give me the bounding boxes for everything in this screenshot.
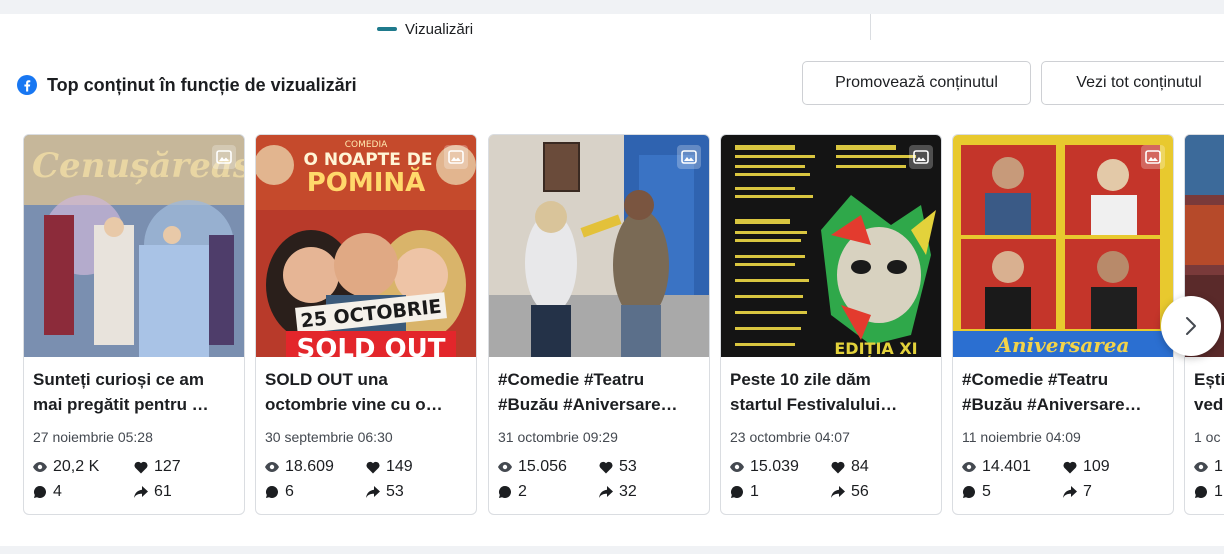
share-icon xyxy=(134,486,148,498)
post-card[interactable]: Aniversarea #Comedie #Teatru #Buzău #Ani… xyxy=(952,134,1174,515)
comments-stat: 6 xyxy=(265,483,294,501)
post-title[interactable]: #Comedie #Teatru #Buzău #Aniversare… xyxy=(498,367,704,417)
post-title[interactable]: SOLD OUT una octombrie vine cu o… xyxy=(265,367,471,417)
post-date: 23 octombrie 04:07 xyxy=(730,429,850,445)
heart-icon xyxy=(599,461,613,473)
post-card[interactable]: Cenușăreasa Sunteți curioși ce am mai pr… xyxy=(23,134,245,515)
eye-icon xyxy=(265,462,279,472)
shares-stat: 61 xyxy=(134,483,172,501)
legend-swatch xyxy=(377,27,397,31)
post-title[interactable]: Ești ved xyxy=(1194,367,1224,417)
comments-stat: 2 xyxy=(498,483,527,501)
post-title[interactable]: #Comedie #Teatru #Buzău #Aniversare… xyxy=(962,367,1168,417)
post-card[interactable]: EDIȚIA XI Peste 10 zile dăm startul Fest… xyxy=(720,134,942,515)
heart-icon xyxy=(134,461,148,473)
photo-icon xyxy=(212,145,236,169)
views-stat: 1 xyxy=(1194,458,1223,476)
eye-icon xyxy=(730,462,744,472)
post-date: 30 septembrie 06:30 xyxy=(265,429,393,445)
chevron-right-icon xyxy=(1186,317,1196,335)
heart-icon xyxy=(366,461,380,473)
photo-icon xyxy=(444,145,468,169)
carousel-next-button[interactable] xyxy=(1161,296,1221,356)
comments-stat: 1 xyxy=(730,483,759,501)
photo-icon xyxy=(909,145,933,169)
top-separator-band xyxy=(0,0,1224,14)
comment-icon xyxy=(730,486,743,498)
post-date: 27 noiembrie 05:28 xyxy=(33,429,153,445)
post-title[interactable]: Sunteți curioși ce am mai pregătit pentr… xyxy=(33,367,239,417)
shares-stat: 7 xyxy=(1063,483,1092,501)
svg-text:EDIȚIA XI: EDIȚIA XI xyxy=(834,339,917,357)
eye-icon xyxy=(33,462,47,472)
comment-icon xyxy=(1194,486,1207,498)
post-thumbnail[interactable]: Cenușăreasa xyxy=(24,135,244,357)
views-stat: 15.056 xyxy=(498,458,567,476)
view-all-content-button[interactable]: Vezi tot conținutul xyxy=(1041,61,1224,105)
views-stat: 14.401 xyxy=(962,458,1031,476)
post-thumbnail[interactable] xyxy=(489,135,709,357)
comment-icon xyxy=(962,486,975,498)
likes-stat: 84 xyxy=(831,458,869,476)
post-date: 31 octombrie 09:29 xyxy=(498,429,618,445)
bottom-separator-band xyxy=(0,546,1224,554)
chart-legend: Vizualizări xyxy=(377,19,473,39)
shares-stat: 32 xyxy=(599,483,637,501)
eye-icon xyxy=(962,462,976,472)
section-title: Top conținut în funcție de vizualizări xyxy=(47,74,357,95)
comments-stat: 5 xyxy=(962,483,991,501)
share-icon xyxy=(1063,486,1077,498)
comments-stat: 1 xyxy=(1194,483,1223,501)
views-stat: 20,2 K xyxy=(33,458,99,476)
svg-text:POMINĂ: POMINĂ xyxy=(307,166,426,198)
photo-icon xyxy=(1141,145,1165,169)
shares-stat: 53 xyxy=(366,483,404,501)
post-thumbnail[interactable]: Aniversarea xyxy=(953,135,1173,357)
views-stat: 15.039 xyxy=(730,458,799,476)
svg-text:COMEDIA: COMEDIA xyxy=(345,140,388,150)
post-date: 1 oc xyxy=(1194,429,1221,445)
post-date: 11 noiembrie 04:09 xyxy=(962,429,1081,445)
likes-stat: 127 xyxy=(134,458,181,476)
likes-stat: 53 xyxy=(599,458,637,476)
legend-label: Vizualizări xyxy=(405,20,474,38)
post-card[interactable]: #Comedie #Teatru #Buzău #Aniversare… 31 … xyxy=(488,134,710,515)
likes-stat: 109 xyxy=(1063,458,1110,476)
comment-icon xyxy=(498,486,511,498)
eye-icon xyxy=(498,462,512,472)
svg-text:Aniversarea: Aniversarea xyxy=(995,333,1130,357)
share-icon xyxy=(831,486,845,498)
eye-icon xyxy=(1194,462,1208,472)
top-divider xyxy=(870,14,871,40)
heart-icon xyxy=(831,461,845,473)
comment-icon xyxy=(33,486,46,498)
post-card[interactable]: COMEDIA O NOAPTE DE POMINĂ 25 OCTOBRIE S… xyxy=(255,134,477,515)
photo-icon xyxy=(677,145,701,169)
svg-text:SOLD OUT: SOLD OUT xyxy=(297,334,446,357)
svg-text:O NOAPTE DE: O NOAPTE DE xyxy=(303,150,432,170)
comment-icon xyxy=(265,486,278,498)
post-thumbnail[interactable]: EDIȚIA XI xyxy=(721,135,941,357)
share-icon xyxy=(366,486,380,498)
post-thumbnail[interactable]: COMEDIA O NOAPTE DE POMINĂ 25 OCTOBRIE S… xyxy=(256,135,476,357)
promote-content-button[interactable]: Promovează conținutul xyxy=(802,61,1031,105)
facebook-icon xyxy=(17,75,37,95)
views-stat: 18.609 xyxy=(265,458,334,476)
shares-stat: 56 xyxy=(831,483,869,501)
heart-icon xyxy=(1063,461,1077,473)
top-content-carousel: Cenușăreasa Sunteți curioși ce am mai pr… xyxy=(23,134,1224,516)
post-title[interactable]: Peste 10 zile dăm startul Festivalului… xyxy=(730,367,936,417)
comments-stat: 4 xyxy=(33,483,62,501)
share-icon xyxy=(599,486,613,498)
section-header: Top conținut în funcție de vizualizări xyxy=(17,70,357,100)
likes-stat: 149 xyxy=(366,458,413,476)
